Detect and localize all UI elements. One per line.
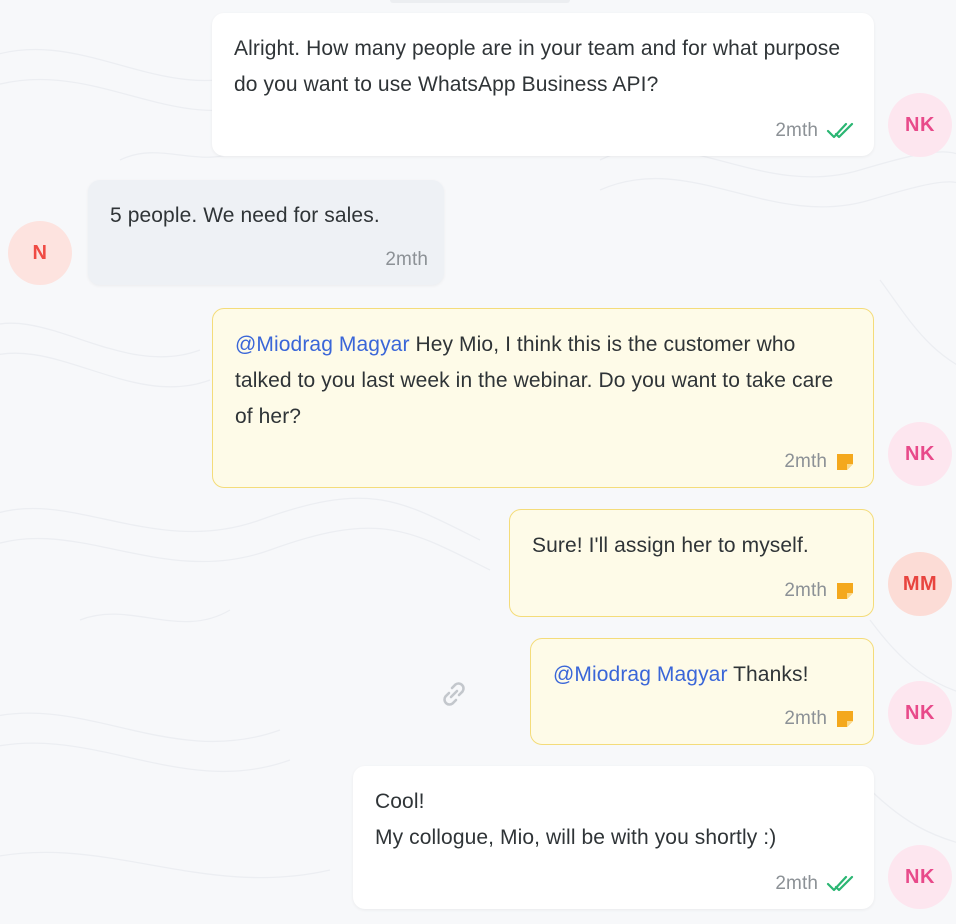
link-icon[interactable] xyxy=(436,676,472,712)
message-bubble-outgoing[interactable]: Alright. How many people are in your tea… xyxy=(212,13,874,156)
mention-link[interactable]: @Miodrag Magyar xyxy=(553,663,728,686)
double-check-icon xyxy=(826,122,854,139)
avatar[interactable]: NK xyxy=(888,93,952,157)
message-time: 2mth xyxy=(775,120,818,141)
internal-note-bubble[interactable]: @Miodrag Magyar Hey Mio, I think this is… xyxy=(212,308,874,488)
note-icon xyxy=(837,454,853,470)
previous-message-edge xyxy=(390,0,570,3)
message-meta: 2mth xyxy=(784,706,855,732)
message-text: @Miodrag Magyar Hey Mio, I think this is… xyxy=(235,327,851,435)
double-check-icon xyxy=(826,875,854,892)
note-icon xyxy=(837,583,853,599)
chat-thread: Alright. How many people are in your tea… xyxy=(0,0,956,924)
message-meta: 2mth xyxy=(775,871,856,897)
avatar[interactable]: N xyxy=(8,221,72,285)
internal-note-bubble[interactable]: @Miodrag Magyar Thanks! 2mth xyxy=(530,638,874,745)
message-time: 2mth xyxy=(775,873,818,894)
message-text: Sure! I'll assign her to myself. xyxy=(532,534,809,557)
message-meta: 2mth xyxy=(775,118,856,144)
message-bubble-incoming[interactable]: 5 people. We need for sales. 2mth xyxy=(88,180,444,285)
message-time: 2mth xyxy=(784,451,827,472)
avatar[interactable]: NK xyxy=(888,845,952,909)
message-text: @Miodrag Magyar Thanks! xyxy=(553,657,851,693)
avatar[interactable]: MM xyxy=(888,552,952,616)
internal-note-bubble[interactable]: Sure! I'll assign her to myself. 2mth xyxy=(509,509,874,617)
message-meta: 2mth xyxy=(784,578,855,604)
message-bubble-outgoing[interactable]: Cool! My collogue, Mio, will be with you… xyxy=(353,766,874,909)
avatar[interactable]: NK xyxy=(888,422,952,486)
message-text-line: Cool! xyxy=(375,790,425,813)
note-icon xyxy=(837,711,853,727)
message-text: 5 people. We need for sales. xyxy=(110,204,380,227)
note-text: Thanks! xyxy=(727,663,809,686)
message-time: 2mth xyxy=(784,708,827,729)
message-meta: 2mth xyxy=(784,449,855,475)
message-time: 2mth xyxy=(784,580,827,601)
message-text-line: My collogue, Mio, will be with you short… xyxy=(375,826,777,849)
message-text: Alright. How many people are in your tea… xyxy=(234,37,847,96)
avatar[interactable]: NK xyxy=(888,681,952,745)
mention-link[interactable]: @Miodrag Magyar xyxy=(235,333,410,356)
message-time: 2mth xyxy=(385,249,428,270)
message-meta: 2mth xyxy=(385,247,428,273)
